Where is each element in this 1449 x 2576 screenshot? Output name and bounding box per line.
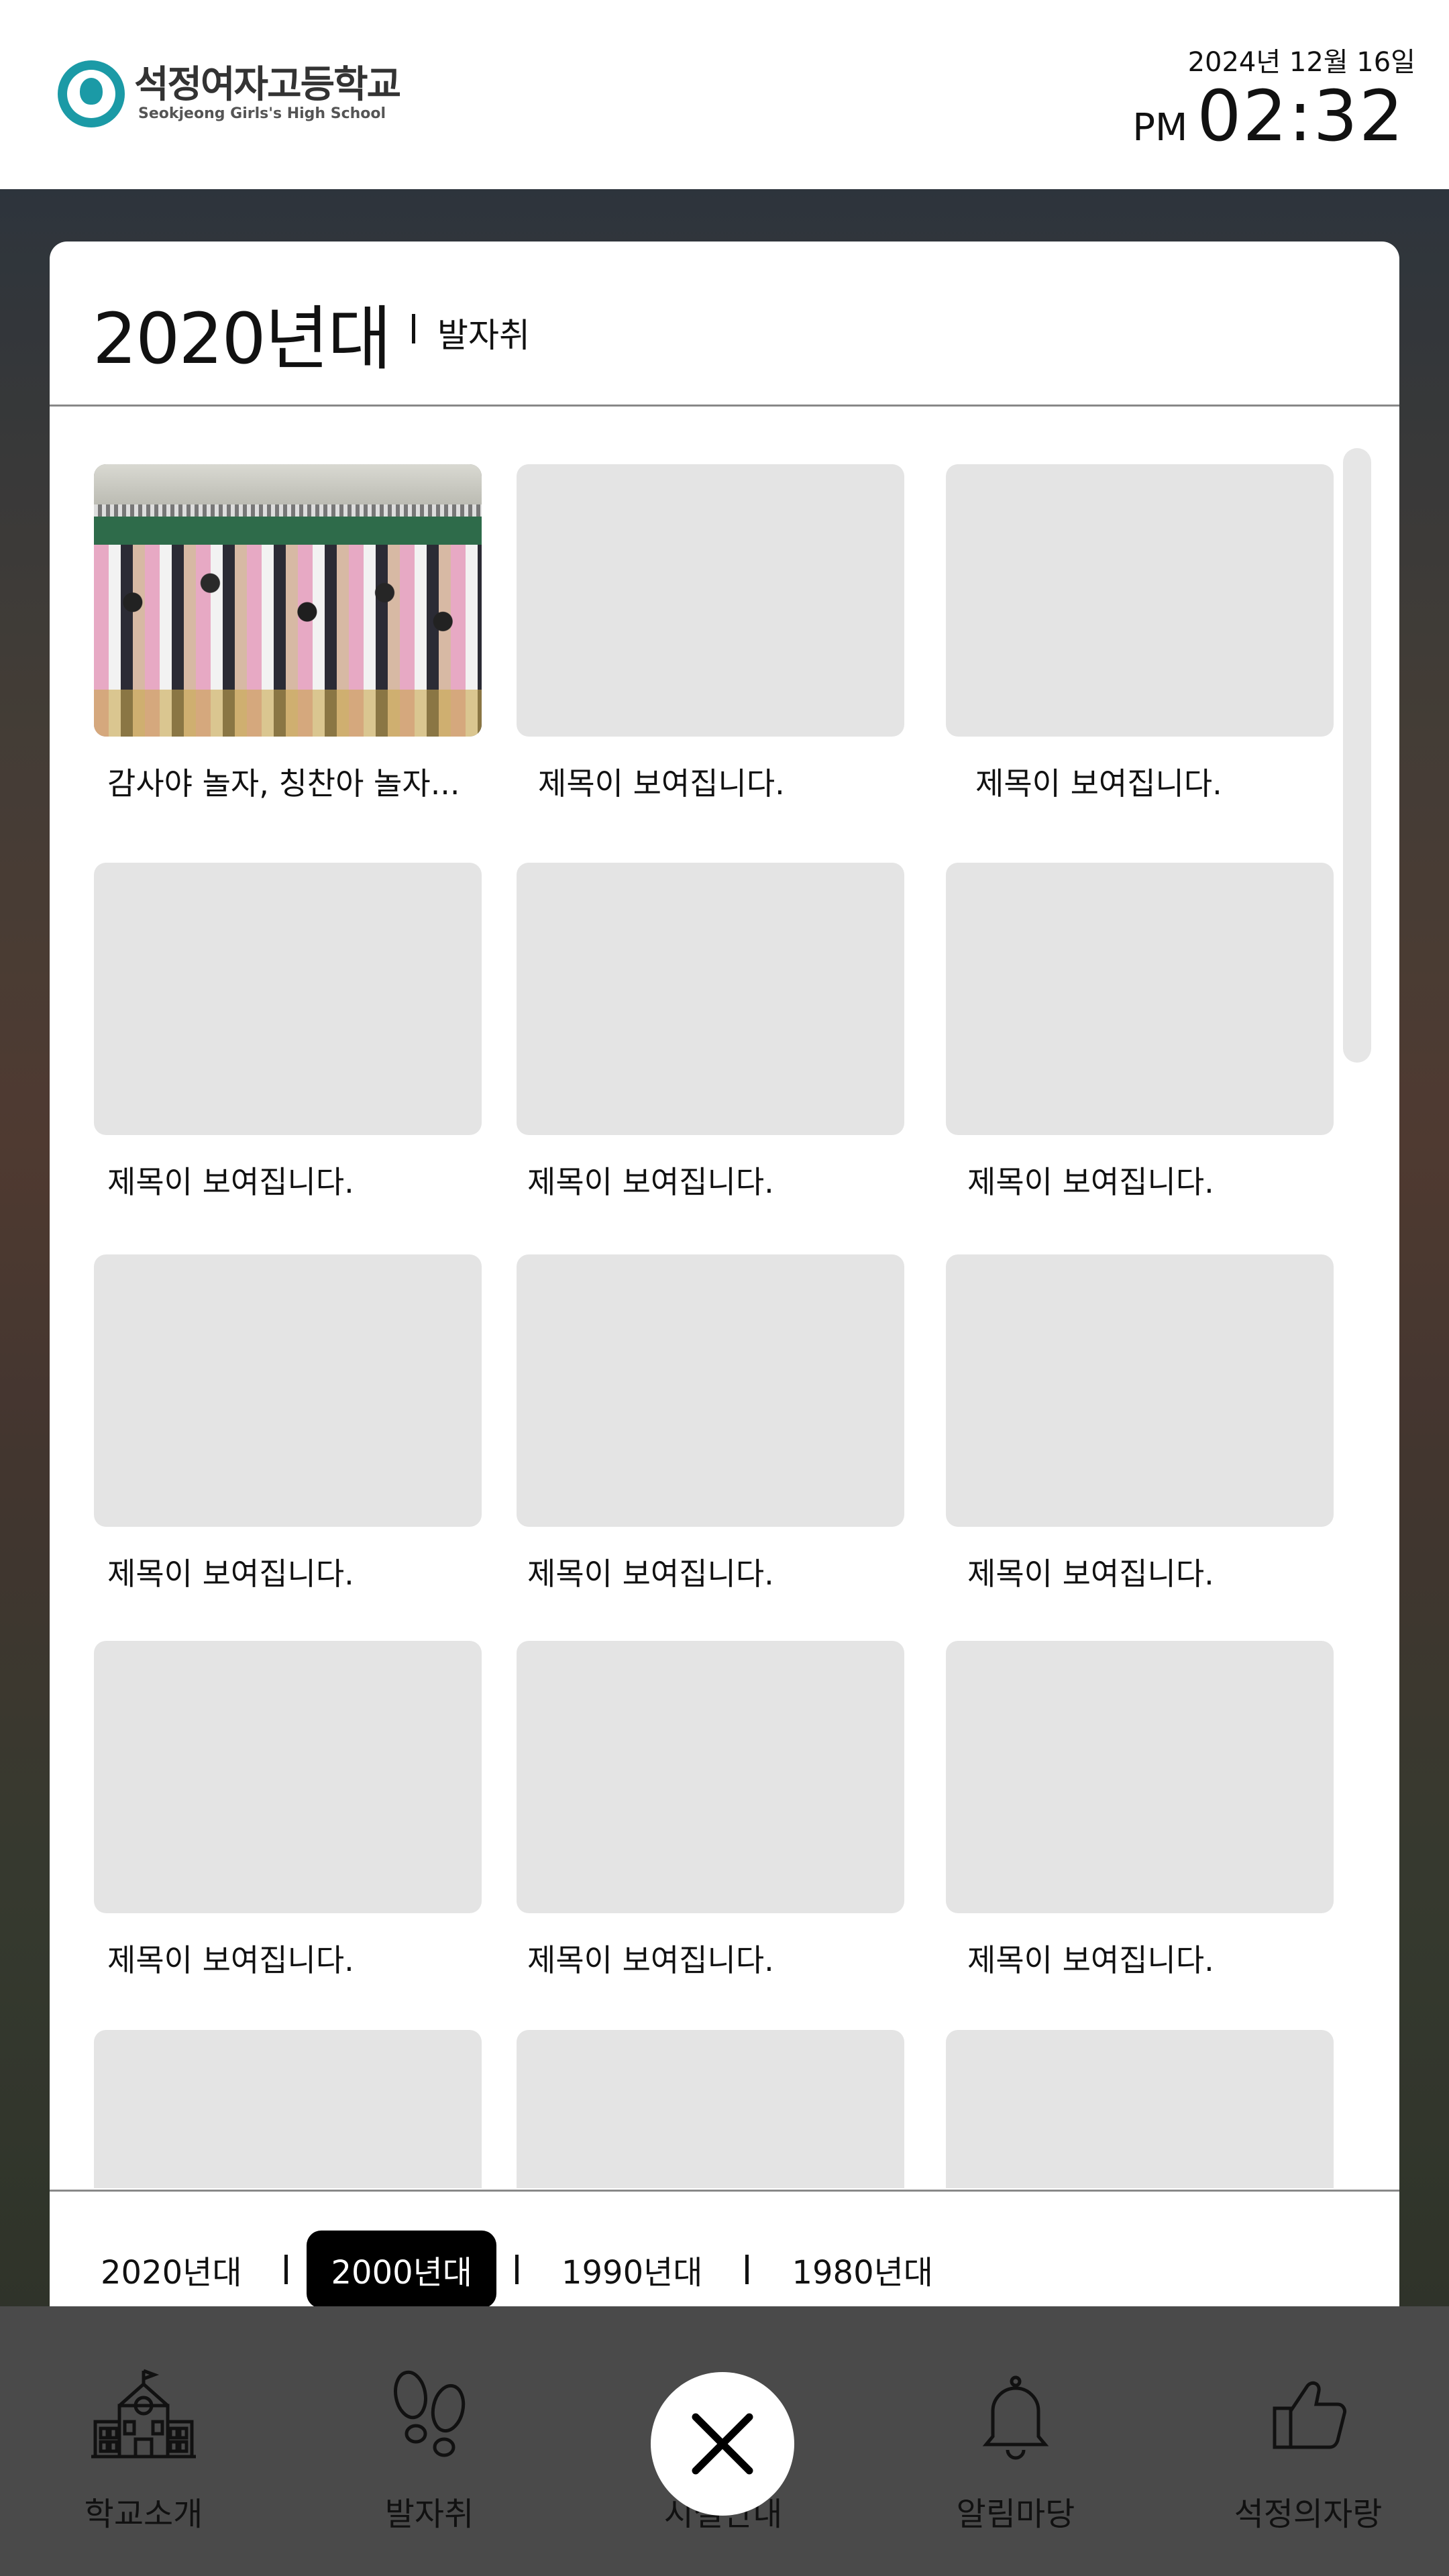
gallery-card[interactable]: 감사야 놀자, 칭찬아 놀자...	[94, 464, 482, 802]
gallery-caption: 제목이 보여집니다.	[527, 1556, 774, 1592]
gallery-thumbnail-placeholder[interactable]	[517, 863, 904, 1135]
gallery-caption: 제목이 보여집니다.	[527, 1942, 774, 1978]
gallery-thumbnail-placeholder[interactable]	[517, 1254, 904, 1527]
gallery-card[interactable]: 제목이 보여집니다.	[946, 863, 1334, 1200]
gallery-caption: 감사야 놀자, 칭찬아 놀자...	[107, 765, 460, 802]
logo-text: 석정여자고등학교 Seokjeong Girls's High School	[134, 63, 401, 122]
gallery-card[interactable]	[94, 2030, 482, 2188]
tab-2020s[interactable]: 2020년대	[50, 2231, 266, 2308]
gallery-card[interactable]: 제목이 보여집니다.	[517, 464, 904, 802]
tab-1990s[interactable]: 1990년대	[537, 2231, 727, 2308]
gallery-thumbnail-placeholder[interactable]	[517, 2030, 904, 2188]
gallery-thumbnail-placeholder[interactable]	[94, 2030, 482, 2188]
clock-ampm: PM	[1132, 106, 1188, 150]
gallery-grid[interactable]: 감사야 놀자, 칭찬아 놀자... 제목이 보여집니다. 제목이 보여집니다. …	[94, 464, 1342, 2188]
school-logo[interactable]: 석정여자고등학교 Seokjeong Girls's High School	[58, 60, 401, 127]
close-button[interactable]	[651, 2372, 794, 2516]
gallery-caption: 제목이 보여집니다.	[538, 765, 785, 802]
modal-title: 2020년대	[93, 298, 392, 380]
tab-divider	[284, 2255, 288, 2284]
logo-school-name: 석정여자고등학교	[134, 63, 401, 107]
gallery-card[interactable]: 제목이 보여집니다.	[517, 863, 904, 1200]
top-header: 석정여자고등학교 Seokjeong Girls's High School 2…	[0, 0, 1449, 189]
gallery-card[interactable]	[946, 2030, 1334, 2188]
nav-item-history[interactable]: 발자취	[329, 2367, 530, 2534]
date-display: 2024년 12월 16일	[1187, 47, 1415, 78]
clock-display: PM 02:32	[1132, 75, 1405, 157]
gallery-caption: 제목이 보여집니다.	[107, 1556, 354, 1592]
gallery-card[interactable]: 제목이 보여집니다.	[946, 1254, 1334, 1592]
history-modal: 2020년대 발자취 감사야 놀자, 칭찬아 놀자... 제목이 보여집니다. …	[50, 241, 1399, 2344]
gallery-caption: 제목이 보여집니다.	[967, 1164, 1214, 1200]
nav-label: 알림마당	[956, 2496, 1075, 2533]
gallery-thumbnail-placeholder[interactable]	[946, 464, 1334, 737]
tab-2000s[interactable]: 2000년대	[307, 2231, 496, 2308]
gallery-thumbnail-placeholder[interactable]	[94, 1254, 482, 1527]
nav-item-pride[interactable]: 석정의자랑	[1208, 2367, 1409, 2534]
gallery-thumbnail-placeholder[interactable]	[946, 2030, 1334, 2188]
gallery-thumbnail-placeholder[interactable]	[946, 1254, 1334, 1527]
tab-divider	[745, 2255, 749, 2284]
gallery-card[interactable]: 제목이 보여집니다.	[946, 464, 1334, 802]
bell-icon	[982, 2375, 1049, 2460]
modal-header: 2020년대 발자취	[50, 241, 1399, 407]
gallery-caption: 제목이 보여집니다.	[107, 1942, 354, 1978]
logo-emblem-icon	[58, 60, 125, 127]
tab-divider	[515, 2255, 519, 2284]
nav-label: 학교소개	[84, 2496, 203, 2533]
gallery-caption: 제목이 보여집니다.	[967, 1556, 1214, 1592]
modal-subtitle: 발자취	[437, 316, 530, 355]
scrollbar-thumb[interactable]	[1343, 448, 1371, 1063]
gallery-scrollbar[interactable]	[1343, 448, 1371, 2139]
gallery-thumbnail-placeholder[interactable]	[517, 464, 904, 737]
gallery-card[interactable]: 제목이 보여집니다.	[94, 1641, 482, 1978]
decade-tabs: 2020년대 2000년대 1990년대 1980년대	[101, 2231, 957, 2308]
gallery-caption: 제목이 보여집니다.	[975, 765, 1222, 802]
gallery-thumbnail-placeholder[interactable]	[94, 863, 482, 1135]
logo-school-name-en: Seokjeong Girls's High School	[138, 105, 386, 122]
gallery-caption: 제목이 보여집니다.	[107, 1164, 354, 1200]
footprints-icon	[394, 2370, 466, 2457]
gallery-caption: 제목이 보여집니다.	[967, 1942, 1214, 1978]
thumbs-up-icon	[1273, 2381, 1346, 2449]
gallery-thumbnail-placeholder[interactable]	[946, 863, 1334, 1135]
gallery-thumbnail[interactable]	[94, 464, 482, 737]
nav-label: 석정의자랑	[1234, 2496, 1383, 2533]
nav-label: 발자취	[384, 2496, 474, 2533]
gallery-card[interactable]: 제목이 보여집니다.	[94, 863, 482, 1200]
gallery-card[interactable]: 제목이 보여집니다.	[946, 1641, 1334, 1978]
gallery-thumbnail-placeholder[interactable]	[517, 1641, 904, 1913]
close-icon	[692, 2413, 753, 2475]
gallery-thumbnail-placeholder[interactable]	[946, 1641, 1334, 1913]
school-building-icon	[91, 2369, 196, 2459]
gallery-card[interactable]: 제목이 보여집니다.	[517, 1641, 904, 1978]
nav-item-notices[interactable]: 알림마당	[915, 2367, 1116, 2534]
nav-item-school-intro[interactable]: 학교소개	[43, 2367, 244, 2534]
tab-1980s[interactable]: 1980년대	[767, 2231, 957, 2308]
assembly-hall-photo	[94, 464, 482, 737]
gallery-card[interactable]: 제목이 보여집니다.	[94, 1254, 482, 1592]
clock-time: 02:32	[1197, 75, 1405, 157]
title-divider	[412, 314, 415, 343]
gallery-card[interactable]	[517, 2030, 904, 2188]
gallery-thumbnail-placeholder[interactable]	[94, 1641, 482, 1913]
gallery-caption: 제목이 보여집니다.	[527, 1164, 774, 1200]
gallery-card[interactable]: 제목이 보여집니다.	[517, 1254, 904, 1592]
